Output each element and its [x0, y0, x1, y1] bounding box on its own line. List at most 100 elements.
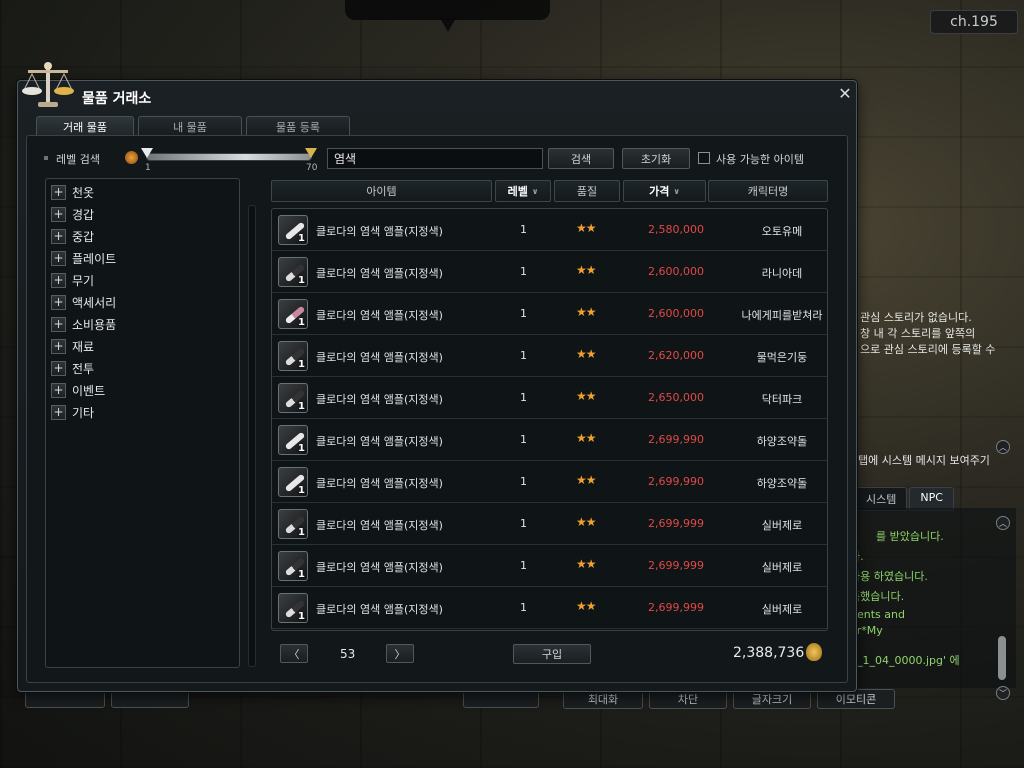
chevron-up-icon[interactable]: ︿ — [996, 440, 1010, 454]
dye-ampoule-icon[interactable]: 1 — [278, 509, 308, 539]
expand-plus-icon[interactable]: + — [51, 382, 66, 398]
usable-only-checkbox[interactable] — [698, 152, 710, 164]
chat-line: nents and — [850, 608, 905, 621]
search-button[interactable]: 검색 — [548, 148, 614, 169]
story-line: 창 내 각 스토리를 앞쪽의 — [860, 327, 976, 340]
category-item[interactable]: + 경갑 — [51, 205, 94, 223]
next-page-button[interactable]: 〉 — [386, 644, 414, 663]
expand-plus-icon[interactable]: + — [51, 228, 66, 244]
table-row[interactable]: 1 클로다의 염색 앰플(지정색) 1 ★★ 2,699,990 하양조약돌 — [272, 419, 827, 461]
item-level: 1 — [520, 475, 527, 488]
expand-plus-icon[interactable]: + — [51, 294, 66, 310]
column-header-seller[interactable]: 캐릭터명 — [708, 180, 828, 202]
category-label: 재료 — [72, 339, 95, 354]
item-level: 1 — [520, 265, 527, 278]
maximize-chat-button[interactable]: 최대화 — [563, 689, 643, 709]
category-scrollbar[interactable] — [248, 205, 256, 667]
column-header-item[interactable]: 아이템 — [271, 180, 492, 202]
tab-trade-items[interactable]: 거래 물품 — [36, 116, 134, 136]
tab-my-items[interactable]: 내 물품 — [138, 116, 242, 136]
expand-plus-icon[interactable]: + — [51, 206, 66, 222]
reset-button[interactable]: 초기화 — [622, 148, 690, 169]
system-message-toggle-label[interactable]: 탭에 시스템 메시지 보여주기 — [858, 452, 990, 468]
item-price: 2,580,000 — [648, 223, 704, 236]
chat-scroll-up-icon[interactable]: ︿ — [996, 516, 1010, 530]
dye-ampoule-icon[interactable]: 1 — [278, 383, 308, 413]
channel-indicator[interactable]: ch.195 — [930, 10, 1018, 34]
category-item[interactable]: + 이벤트 — [51, 381, 105, 399]
prev-page-button[interactable]: 〈 — [280, 644, 308, 663]
category-item[interactable]: + 소비용품 — [51, 315, 116, 333]
item-quantity: 1 — [298, 401, 305, 412]
quality-stars: ★★ — [576, 263, 596, 277]
table-row[interactable]: 1 클로다의 염색 앰플(지정색) 1 ★★ 2,699,999 실버제로 — [272, 503, 827, 545]
dye-ampoule-icon[interactable]: 1 — [278, 215, 308, 245]
item-quantity: 1 — [298, 527, 305, 538]
item-name: 클로다의 염색 앰플(지정색) — [316, 393, 443, 406]
emoticon-button[interactable]: 이모티콘 — [817, 689, 895, 709]
item-level: 1 — [520, 307, 527, 320]
table-row[interactable]: 1 클로다의 염색 앰플(지정색) 1 ★★ 2,600,000 라니아데 — [272, 251, 827, 293]
level-range-slider[interactable] — [146, 153, 312, 161]
dye-ampoule-icon[interactable]: 1 — [278, 299, 308, 329]
category-item[interactable]: + 플레이트 — [51, 249, 116, 267]
chat-line: 사용 하였습니다. — [850, 570, 928, 583]
category-item[interactable]: + 기타 — [51, 403, 94, 421]
category-item[interactable]: + 중갑 — [51, 227, 94, 245]
category-item[interactable]: + 천옷 — [51, 183, 94, 201]
expand-plus-icon[interactable]: + — [51, 404, 66, 420]
column-header-quality[interactable]: 품질 — [554, 180, 620, 202]
item-quantity: 1 — [298, 317, 305, 328]
expand-plus-icon[interactable]: + — [51, 360, 66, 376]
expand-plus-icon[interactable]: + — [51, 184, 66, 200]
item-level: 1 — [520, 349, 527, 362]
column-header-level[interactable]: 레벨 ∨ — [495, 180, 551, 202]
quality-stars: ★★ — [576, 305, 596, 319]
table-row[interactable]: 1 클로다의 염색 앰플(지정색) 1 ★★ 2,620,000 물먹은기둥 — [272, 335, 827, 377]
expand-plus-icon[interactable]: + — [51, 316, 66, 332]
block-button[interactable]: 차단 — [649, 689, 727, 709]
tab-register-item[interactable]: 물품 등록 — [246, 116, 350, 136]
category-label: 액세서리 — [72, 295, 117, 310]
story-line: 관심 스토리가 없습니다. — [860, 311, 972, 324]
chat-scroll-down-icon[interactable]: ﹀ — [996, 686, 1010, 700]
item-price: 2,699,990 — [648, 433, 704, 446]
level-max-handle[interactable] — [305, 148, 317, 158]
item-price: 2,650,000 — [648, 391, 704, 404]
chat-toolbar: 최대화 차단 글자크기 이모티콘 — [563, 689, 895, 709]
dye-ampoule-icon[interactable]: 1 — [278, 425, 308, 455]
item-quantity: 1 — [298, 485, 305, 496]
table-row[interactable]: 1 클로다의 염색 앰플(지정색) 1 ★★ 2,650,000 닥터파크 — [272, 377, 827, 419]
category-item[interactable]: + 무기 — [51, 271, 94, 289]
dye-ampoule-icon[interactable]: 1 — [278, 467, 308, 497]
item-price: 2,620,000 — [648, 349, 704, 362]
table-row[interactable]: 1 클로다의 염색 앰플(지정색) 1 ★★ 2,699,990 하양조약돌 — [272, 461, 827, 503]
item-price: 2,699,999 — [648, 601, 704, 614]
item-name: 클로다의 염색 앰플(지정색) — [316, 225, 443, 238]
expand-plus-icon[interactable]: + — [51, 272, 66, 288]
close-icon[interactable]: ✕ — [836, 84, 854, 103]
expand-plus-icon[interactable]: + — [51, 338, 66, 354]
category-item[interactable]: + 재료 — [51, 337, 94, 355]
dye-ampoule-icon[interactable]: 1 — [278, 551, 308, 581]
dye-ampoule-icon[interactable]: 1 — [278, 257, 308, 287]
level-min-value: 1 — [145, 163, 151, 173]
item-name: 클로다의 염색 앰플(지정색) — [316, 309, 443, 322]
dye-ampoule-icon[interactable]: 1 — [278, 593, 308, 623]
category-item[interactable]: + 전투 — [51, 359, 94, 377]
dye-ampoule-icon[interactable]: 1 — [278, 341, 308, 371]
column-header-price[interactable]: 가격 ∨ — [623, 180, 706, 202]
buy-button[interactable]: 구입 — [513, 644, 591, 664]
table-row[interactable]: 1 클로다의 염색 앰플(지정색) 1 ★★ 2,699,999 실버제로 — [272, 545, 827, 587]
expand-plus-icon[interactable]: + — [51, 250, 66, 266]
table-row[interactable]: 1 클로다의 염색 앰플(지정색) 1 ★★ 2,580,000 오토유메 — [272, 209, 827, 251]
item-level: 1 — [520, 223, 527, 236]
category-item[interactable]: + 액세서리 — [51, 293, 116, 311]
table-row[interactable]: 1 클로다의 염색 앰플(지정색) 1 ★★ 2,699,999 실버제로 — [272, 587, 827, 629]
level-min-handle[interactable] — [141, 148, 153, 158]
table-row[interactable]: 1 클로다의 염색 앰플(지정색) 1 ★★ 2,600,000 나에게피를받쳐라 — [272, 293, 827, 335]
chat-scrollbar-thumb[interactable] — [998, 636, 1006, 680]
font-size-button[interactable]: 글자크기 — [733, 689, 811, 709]
seller-name: 라니아데 — [761, 267, 803, 280]
search-input[interactable] — [327, 148, 543, 169]
